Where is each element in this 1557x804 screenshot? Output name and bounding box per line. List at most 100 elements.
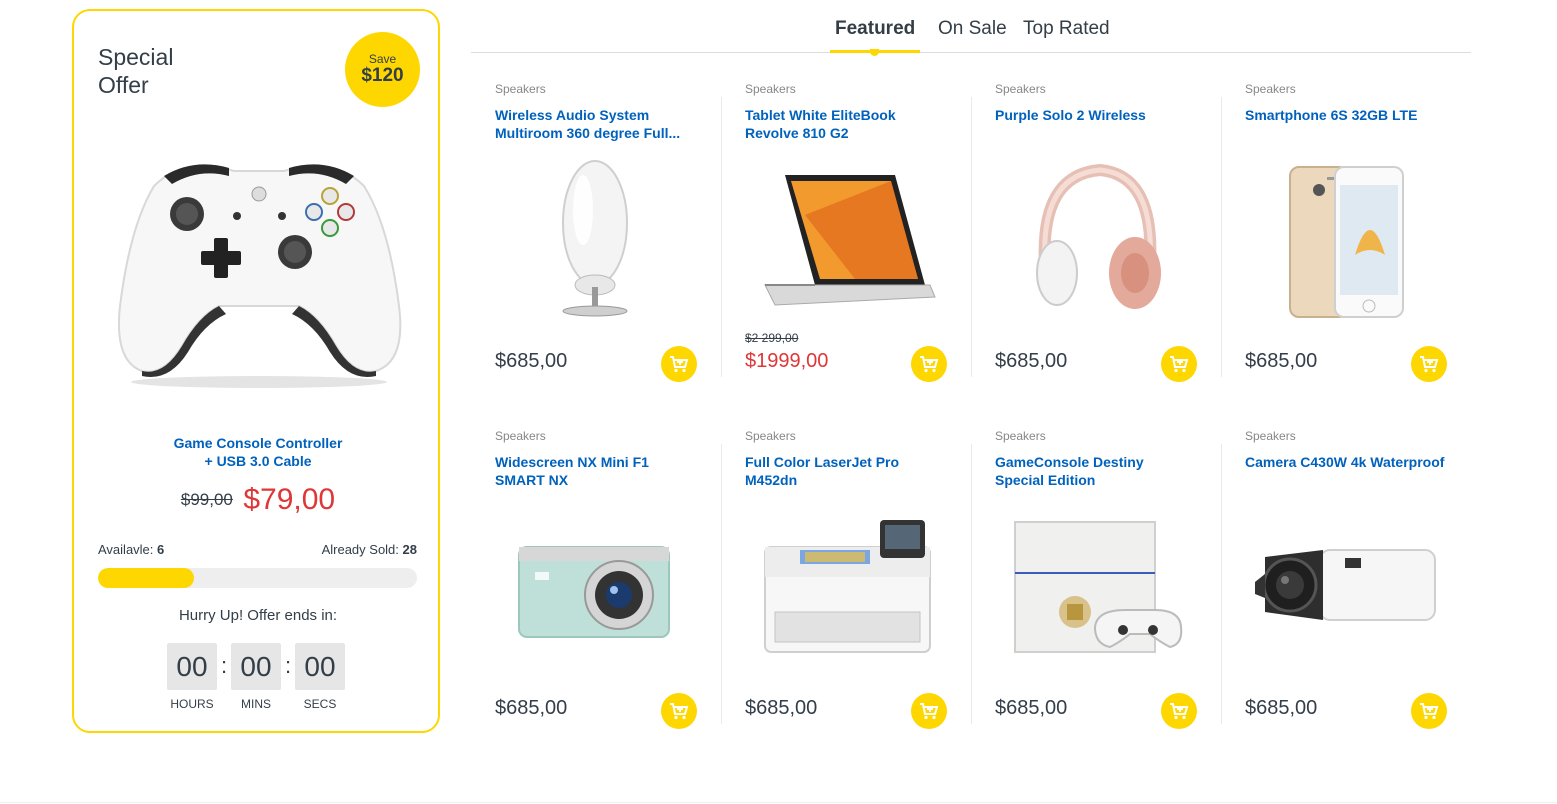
camera-image[interactable] xyxy=(495,502,695,672)
product-name[interactable]: Tablet White EliteBook Revolve 810 G2 xyxy=(745,106,945,142)
product-name[interactable]: Wireless Audio System Multiroom 360 degr… xyxy=(495,106,695,142)
available-count: Availavle: 6 xyxy=(98,542,164,557)
smartphone-image[interactable] xyxy=(1245,155,1445,325)
add-to-cart-button[interactable] xyxy=(911,693,947,729)
active-tab-indicator-dot xyxy=(870,49,879,56)
product-name[interactable]: Purple Solo 2 Wireless xyxy=(995,106,1195,124)
countdown-timer: 00 HOURS : 00 MINS : 00 SECS xyxy=(167,643,347,713)
camcorder-image[interactable] xyxy=(1245,502,1445,672)
product-price: $685,00 xyxy=(495,697,568,719)
countdown-hours: 00 HOURS xyxy=(167,643,217,711)
product-price: $685,00 xyxy=(745,697,818,719)
save-amount: $120 xyxy=(361,65,404,86)
save-label: Save xyxy=(368,52,397,66)
game-console-image[interactable] xyxy=(995,502,1195,672)
product-price: $685,00 xyxy=(1245,697,1318,719)
product-card[interactable]: Speakers Full Color LaserJet Pro M452dn … xyxy=(721,414,971,754)
special-offer-title-line2: Offer xyxy=(98,72,149,98)
countdown-secs-value: 00 xyxy=(295,643,345,690)
product-divider xyxy=(721,444,722,724)
sold-count: Already Sold: 28 xyxy=(322,542,417,557)
product-card[interactable]: Speakers Wireless Audio System Multiroom… xyxy=(471,67,721,407)
product-divider xyxy=(721,97,722,377)
offer-old-price: $99,00 xyxy=(180,490,233,509)
special-offer-title: Special Offer xyxy=(98,43,218,99)
product-name[interactable]: GameConsole Destiny Special Edition xyxy=(995,453,1195,489)
hurry-text: Hurry Up! Offer ends in: xyxy=(178,607,338,624)
cart-icon xyxy=(670,703,689,720)
product-card[interactable]: Speakers Purple Solo 2 Wireless $685,00 xyxy=(971,67,1221,407)
sold-progress-fill xyxy=(98,568,194,588)
product-divider xyxy=(971,444,972,724)
cart-icon xyxy=(920,703,939,720)
offer-prices: $99,00 $79,00 xyxy=(74,483,442,517)
product-category[interactable]: Speakers xyxy=(495,82,546,96)
sold-label: Already Sold: xyxy=(321,542,399,557)
product-tabs: Featured On Sale Top Rated xyxy=(471,0,1471,56)
add-to-cart-button[interactable] xyxy=(1161,346,1197,382)
product-name[interactable]: Full Color LaserJet Pro M452dn xyxy=(745,453,945,489)
product-price: $685,00 xyxy=(995,350,1068,372)
offer-new-price: $79,00 xyxy=(243,483,336,516)
cart-icon xyxy=(1170,703,1189,720)
product-category[interactable]: Speakers xyxy=(995,429,1046,443)
special-offer-title-line1: Special xyxy=(98,44,174,70)
offer-product-name-line1[interactable]: Game Console Controller xyxy=(74,434,442,452)
tab-top-rated[interactable]: Top Rated xyxy=(1023,18,1110,40)
tab-featured[interactable]: Featured xyxy=(835,18,915,40)
add-to-cart-button[interactable] xyxy=(1161,693,1197,729)
product-divider xyxy=(971,97,972,377)
available-label: Availavle: xyxy=(98,542,154,557)
countdown-separator: : xyxy=(285,653,292,678)
save-badge: Save $120 xyxy=(345,32,420,107)
page-bottom-divider xyxy=(0,802,1557,803)
product-category[interactable]: Speakers xyxy=(1245,429,1296,443)
product-name[interactable]: Camera C430W 4k Waterproof xyxy=(1245,453,1445,471)
special-offer-card: Special Offer Save $120 Game Console Con… xyxy=(72,9,440,733)
speaker-image[interactable] xyxy=(495,155,695,325)
offer-product-name-line2[interactable]: + USB 3.0 Cable xyxy=(74,452,442,470)
product-card[interactable]: Speakers Camera C430W 4k Waterproof $685… xyxy=(1221,414,1471,754)
cart-icon xyxy=(1170,356,1189,373)
product-card[interactable]: Speakers Widescreen NX Mini F1 SMART NX … xyxy=(471,414,721,754)
laptop-image[interactable] xyxy=(745,155,945,325)
game-controller-image[interactable] xyxy=(114,146,404,391)
product-price: $685,00 xyxy=(995,697,1068,719)
product-divider xyxy=(1221,97,1222,377)
product-old-price: $2 299,00 xyxy=(745,331,799,345)
countdown-secs-label: SECS xyxy=(303,697,337,711)
product-price: $685,00 xyxy=(1245,350,1318,372)
countdown-hours-value: 00 xyxy=(167,643,217,690)
product-card[interactable]: Speakers Tablet White EliteBook Revolve … xyxy=(721,67,971,407)
add-to-cart-button[interactable] xyxy=(661,346,697,382)
product-divider xyxy=(1221,444,1222,724)
headphones-image[interactable] xyxy=(995,155,1195,325)
product-grid: Speakers Wireless Audio System Multiroom… xyxy=(471,67,1471,747)
countdown-secs: 00 SECS xyxy=(295,643,345,711)
printer-image[interactable] xyxy=(745,502,945,672)
countdown-mins-label: MINS xyxy=(241,697,271,711)
add-to-cart-button[interactable] xyxy=(911,346,947,382)
product-name[interactable]: Smartphone 6S 32GB LTE xyxy=(1245,106,1445,124)
add-to-cart-button[interactable] xyxy=(1411,693,1447,729)
product-price: $1999,00 xyxy=(745,350,829,372)
product-name[interactable]: Widescreen NX Mini F1 SMART NX xyxy=(495,453,695,489)
product-price: $685,00 xyxy=(495,350,568,372)
countdown-hours-label: HOURS xyxy=(170,697,214,711)
product-category[interactable]: Speakers xyxy=(745,82,796,96)
product-card[interactable]: Speakers GameConsole Destiny Special Edi… xyxy=(971,414,1221,754)
product-category[interactable]: Speakers xyxy=(1245,82,1296,96)
product-category[interactable]: Speakers xyxy=(745,429,796,443)
sold-value: 28 xyxy=(402,542,417,557)
countdown-mins-value: 00 xyxy=(231,643,281,690)
product-category[interactable]: Speakers xyxy=(995,82,1046,96)
add-to-cart-button[interactable] xyxy=(661,693,697,729)
offer-product-name[interactable]: Game Console Controller + USB 3.0 Cable xyxy=(74,434,442,470)
add-to-cart-button[interactable] xyxy=(1411,346,1447,382)
sold-progress-bar xyxy=(98,568,417,588)
cart-icon xyxy=(1420,356,1439,373)
product-card[interactable]: Speakers Smartphone 6S 32GB LTE $685,00 xyxy=(1221,67,1471,407)
product-category[interactable]: Speakers xyxy=(495,429,546,443)
tab-on-sale[interactable]: On Sale xyxy=(938,18,1007,40)
cart-icon xyxy=(920,356,939,373)
